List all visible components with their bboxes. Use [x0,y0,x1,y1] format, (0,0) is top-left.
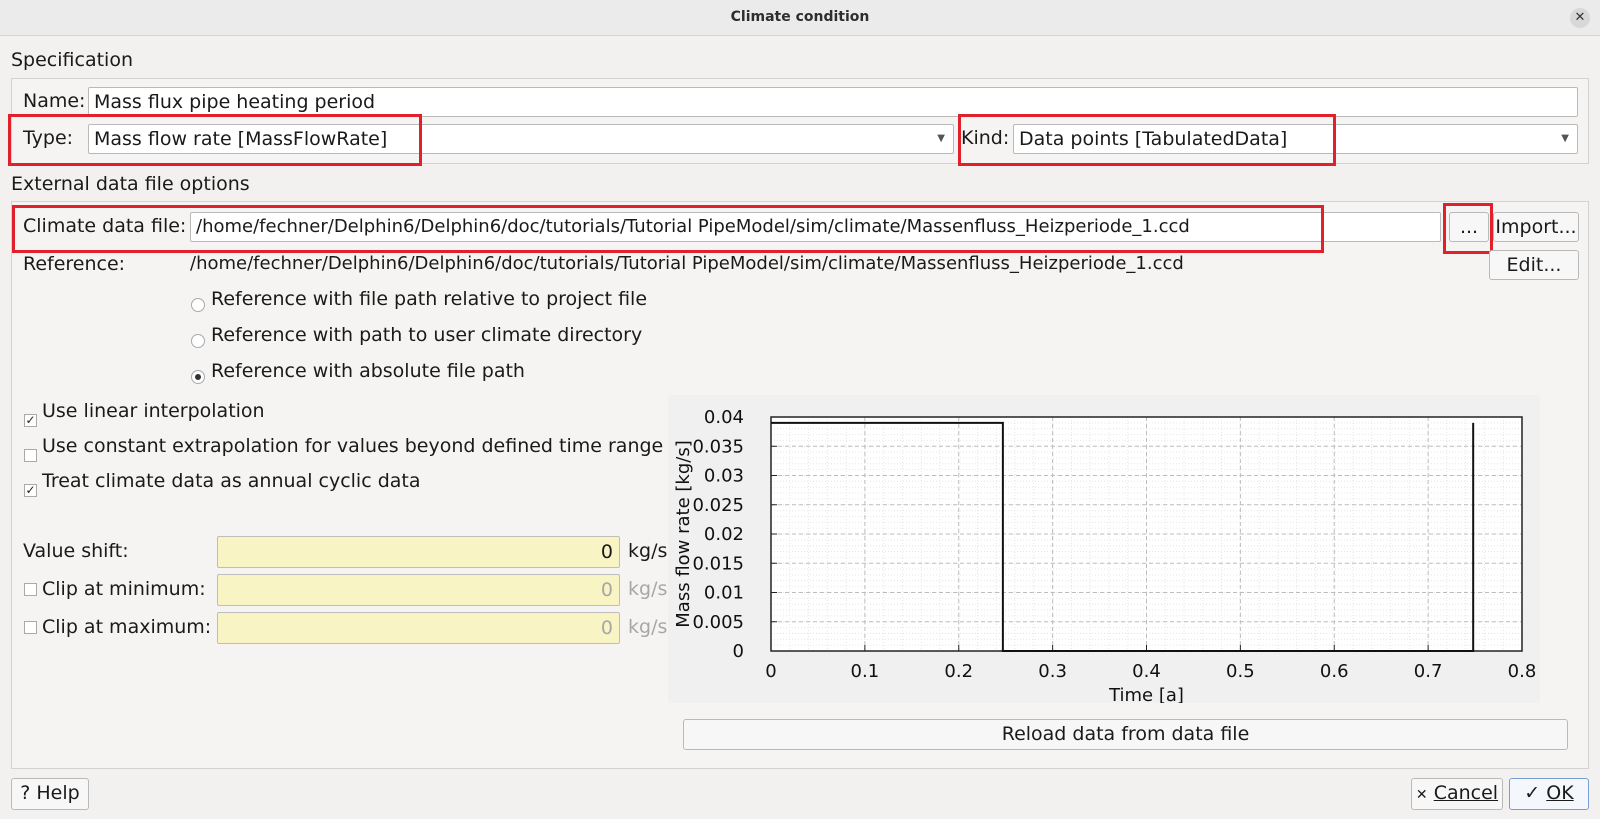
radio-user-dir[interactable] [191,334,205,348]
ok-button[interactable]: ✓ OK [1509,778,1589,810]
cancel-button[interactable]: ✕ Cancel [1411,778,1503,810]
x-tick-label: 0.5 [1226,661,1255,682]
dropdown-arrow-icon: ▼ [1561,133,1569,144]
ok-label: OK [1546,782,1574,804]
clip-min-input[interactable]: 0 [217,574,620,606]
import-button[interactable]: Import... [1493,212,1579,242]
y-tick-label: 0.015 [692,553,744,574]
dropdown-arrow-icon: ▼ [937,133,945,144]
x-tick-label: 0 [765,661,776,682]
radio-relative-label: Reference with file path relative to pro… [211,288,648,310]
specification-label: Specification [11,49,133,71]
clip-min-checkbox[interactable] [24,583,37,596]
value-shift-unit: kg/s [628,540,668,562]
value-shift-label: Value shift: [23,540,129,562]
window-title: Climate condition [730,9,870,25]
help-button[interactable]: ? Help [11,778,89,810]
clip-min-label: Clip at minimum: [42,578,206,600]
x-tick-label: 0.2 [944,661,973,682]
y-tick-label: 0.04 [704,407,744,428]
clip-max-label: Clip at maximum: [42,616,212,638]
highlight-type [8,114,422,166]
value-shift-input[interactable]: 0 [217,536,620,568]
reference-path: /home/fechner/Delphin6/Delphin6/doc/tuto… [190,253,1184,274]
y-tick-label: 0.035 [692,436,744,457]
reload-button[interactable]: Reload data from data file [683,719,1568,750]
x-tick-label: 0.7 [1414,661,1443,682]
y-tick-label: 0.005 [692,612,744,633]
y-tick-label: 0 [733,641,744,662]
const-extrap-label: Use constant extrapolation for values be… [42,435,664,457]
x-tick-label: 0.6 [1320,661,1349,682]
reference-label: Reference: [23,253,126,275]
x-tick-label: 0.1 [851,661,880,682]
close-icon[interactable]: ✕ [1570,8,1590,28]
y-tick-label: 0.01 [704,583,744,604]
cancel-icon: ✕ [1415,787,1428,803]
clip-min-unit: kg/s [628,578,668,600]
chart-panel: 0 0.1 0.2 0.3 0.4 0.5 0.6 0.7 0.8 0 0.005 0.01 0.015… [668,395,1540,706]
clip-max-checkbox[interactable] [24,621,37,634]
y-axis-label: Mass flow rate [kg/s] [673,440,694,627]
highlight-browse [1443,203,1493,254]
y-tick-label: 0.025 [692,495,744,516]
linear-interp-label: Use linear interpolation [42,400,265,422]
annual-cyclic-checkbox[interactable]: ✓ [24,484,37,497]
mass-flow-chart: 0 0.1 0.2 0.3 0.4 0.5 0.6 0.7 0.8 0 0.005 0.01 0.015… [673,407,1537,706]
radio-relative[interactable] [191,298,205,312]
clip-max-unit: kg/s [628,616,668,638]
const-extrap-checkbox[interactable] [24,449,37,462]
x-tick-label: 0.4 [1132,661,1161,682]
x-tick-label: 0.3 [1038,661,1067,682]
highlight-file [12,205,1324,253]
radio-absolute[interactable] [191,370,205,384]
highlight-kind [958,114,1336,166]
name-label: Name: [23,90,86,112]
annual-cyclic-label: Treat climate data as annual cyclic data [42,470,421,492]
linear-interp-checkbox[interactable]: ✓ [24,414,37,427]
x-tick-label: 0.8 [1508,661,1537,682]
x-axis-label: Time [a] [1108,685,1184,703]
external-options-label: External data file options [11,173,250,195]
y-tick-label: 0.03 [704,466,744,487]
clip-max-input[interactable]: 0 [217,612,620,644]
radio-absolute-label: Reference with absolute file path [211,360,525,382]
y-tick-label: 0.02 [704,524,744,545]
ok-check-icon: ✓ [1524,782,1541,804]
cancel-label: Cancel [1433,782,1499,804]
radio-user-dir-label: Reference with path to user climate dire… [211,324,643,346]
name-input[interactable]: Mass flux pipe heating period [88,87,1578,117]
title-bar: Climate condition ✕ [0,0,1600,36]
edit-button[interactable]: Edit... [1489,250,1579,280]
